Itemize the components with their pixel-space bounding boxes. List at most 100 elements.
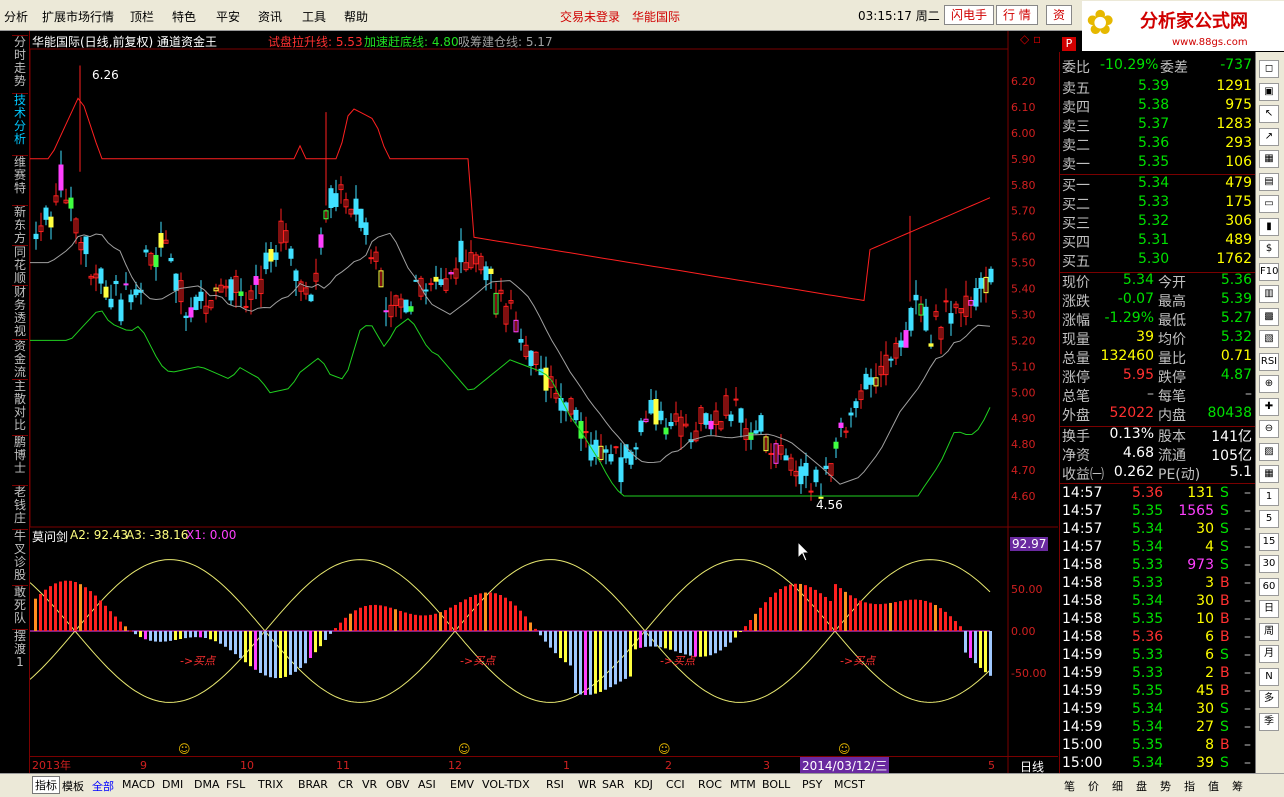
quote-tab-2[interactable]: 细 — [1112, 778, 1123, 794]
bottom-tab-wr[interactable]: WR — [578, 778, 597, 791]
tool-button-16[interactable]: ⊖ — [1259, 420, 1279, 438]
quote-tab-5[interactable]: 指 — [1184, 778, 1195, 794]
fund-row[interactable]: 收益㈠ 0.262 PE(动) 5.1 — [1060, 463, 1256, 483]
menu-item-pingan[interactable]: 平安 — [216, 8, 240, 25]
left-tab-0[interactable]: 分时走势 — [12, 35, 28, 91]
menu-item-info[interactable]: 资讯 — [258, 8, 282, 25]
bottom-tab-asi[interactable]: ASI — [418, 778, 436, 791]
left-tab-5[interactable]: 财务透视 — [12, 285, 28, 338]
tick-row[interactable]: 15:00 5.35 8 B – — [1060, 736, 1256, 755]
left-tab-8[interactable]: 鹏博士 — [12, 435, 28, 483]
bottom-tab-fsl[interactable]: FSL — [226, 778, 245, 791]
event-marker-icon[interactable]: ☺ — [838, 742, 851, 756]
left-tab-6[interactable]: 资金流 — [12, 339, 28, 379]
tool-button-22[interactable]: 30 — [1259, 555, 1279, 573]
flash-trade-button[interactable]: 闪电手 — [944, 5, 995, 25]
stat-row[interactable]: 现量 39 均价 5.32 — [1060, 328, 1256, 348]
quote-tab-6[interactable]: 值 — [1208, 778, 1219, 794]
tool-button-13[interactable]: RSI — [1259, 352, 1279, 371]
tool-button-7[interactable]: ▮ — [1259, 217, 1279, 236]
bottom-tab-trix[interactable]: TRIX — [258, 778, 283, 791]
tool-button-12[interactable]: ▧ — [1259, 330, 1279, 348]
bottom-tab-mtm[interactable]: MTM — [730, 778, 756, 791]
tick-row[interactable]: 14:59 5.34 30 S – — [1060, 700, 1256, 719]
tool-button-18[interactable]: ▦ — [1259, 465, 1279, 483]
bid-row[interactable]: 买四 5.31 489 — [1060, 231, 1256, 251]
tool-button-11[interactable]: ▩ — [1259, 307, 1279, 326]
bottom-tab-cci[interactable]: CCI — [666, 778, 685, 791]
tick-row[interactable]: 14:58 5.33 973 S – — [1060, 556, 1256, 575]
ask-row[interactable]: 卖一 5.35 106 — [1060, 153, 1256, 173]
menu-item-ext-market[interactable]: 扩展市场行情 — [42, 8, 114, 25]
tick-row[interactable]: 14:57 5.34 4 S – — [1060, 538, 1256, 557]
tool-button-25[interactable]: 周 — [1259, 622, 1279, 641]
bottom-tab-obv[interactable]: OBV — [386, 778, 409, 791]
bid-row[interactable]: 买三 5.32 306 — [1060, 212, 1256, 232]
ask-row[interactable]: 卖四 5.38 975 — [1060, 96, 1256, 116]
left-tab-4[interactable]: 同花顺 — [12, 245, 28, 285]
menu-item-tools[interactable]: 工具 — [302, 8, 326, 25]
tick-row[interactable]: 14:59 5.33 2 B – — [1060, 664, 1256, 683]
quote-tab-7[interactable]: 筹 — [1232, 778, 1243, 794]
tool-button-10[interactable]: ▥ — [1259, 285, 1279, 303]
tool-button-5[interactable]: ▤ — [1259, 172, 1279, 191]
left-tab-2[interactable]: 维赛特 — [12, 155, 28, 203]
left-tab-3[interactable]: 新东方 — [12, 205, 28, 245]
menu-item-analysis[interactable]: 分析 — [4, 8, 28, 25]
tool-button-15[interactable]: ✚ — [1259, 397, 1279, 416]
bid-row[interactable]: 买五 5.30 1762 — [1060, 250, 1256, 270]
quote-tab-4[interactable]: 势 — [1160, 778, 1171, 794]
tool-button-29[interactable]: 季 — [1259, 712, 1279, 731]
tool-button-19[interactable]: 1 — [1259, 487, 1279, 506]
tick-row[interactable]: 14:59 5.33 6 S – — [1060, 646, 1256, 665]
stat-row[interactable]: 现价 5.34 今开 5.36 — [1060, 271, 1256, 291]
quote-button[interactable]: 行 情 — [996, 5, 1038, 25]
tool-button-21[interactable]: 15 — [1259, 532, 1279, 551]
tool-button-14[interactable]: ⊕ — [1259, 375, 1279, 393]
bottom-tab-voltdx[interactable]: VOL-TDX — [482, 778, 530, 791]
tool-button-0[interactable]: ◻ — [1259, 60, 1279, 78]
bid-row[interactable]: 买二 5.33 175 — [1060, 193, 1256, 213]
tool-button-6[interactable]: ▭ — [1259, 195, 1279, 213]
event-marker-icon[interactable]: ☺ — [178, 742, 191, 756]
trade-login-status[interactable]: 交易未登录 — [560, 8, 620, 25]
left-tab-7[interactable]: 主散对比 — [12, 379, 28, 433]
bottom-tab-brar[interactable]: BRAR — [298, 778, 328, 791]
fund-row[interactable]: 净资 4.68 流通 105亿 — [1060, 444, 1256, 464]
tick-row[interactable]: 14:57 5.36 131 S – — [1060, 484, 1256, 503]
tick-row[interactable]: 14:58 5.33 3 B – — [1060, 574, 1256, 593]
quote-tab-0[interactable]: 笔 — [1064, 778, 1075, 794]
tool-button-27[interactable]: N — [1259, 667, 1279, 686]
bottom-tab-boll[interactable]: BOLL — [762, 778, 790, 791]
tick-row[interactable]: 14:59 5.34 27 S – — [1060, 718, 1256, 737]
event-marker-icon[interactable]: ☺ — [458, 742, 471, 756]
bottom-tab-psy[interactable]: PSY — [802, 778, 822, 791]
tool-button-1[interactable]: ▣ — [1259, 82, 1279, 101]
bottom-tab-kdj[interactable]: KDJ — [634, 778, 653, 791]
bottom-tab-vr[interactable]: VR — [362, 778, 377, 791]
tick-row[interactable]: 14:58 5.36 6 B – — [1060, 628, 1256, 647]
bottom-tab-[interactable]: 模板 — [62, 778, 84, 794]
tool-button-2[interactable]: ↖ — [1259, 105, 1279, 123]
bottom-tab-rsi[interactable]: RSI — [546, 778, 564, 791]
bottom-tab-cr[interactable]: CR — [338, 778, 353, 791]
tool-button-3[interactable]: ↗ — [1259, 127, 1279, 146]
bottom-tab-roc[interactable]: ROC — [698, 778, 722, 791]
ask-row[interactable]: 卖五 5.39 1291 — [1060, 77, 1256, 97]
left-tab-12[interactable]: 摆渡1 — [12, 629, 28, 671]
stat-row[interactable]: 涨幅 -1.29% 最低 5.27 — [1060, 309, 1256, 329]
tool-button-9[interactable]: F10 — [1259, 262, 1279, 281]
bottom-tab-dmi[interactable]: DMI — [162, 778, 183, 791]
stat-row[interactable]: 涨停 5.95 跌停 4.87 — [1060, 366, 1256, 386]
bottom-tab-[interactable]: 全部 — [92, 778, 114, 794]
tool-button-23[interactable]: 60 — [1259, 577, 1279, 596]
bottom-tab-dma[interactable]: DMA — [194, 778, 220, 791]
quote-tab-3[interactable]: 盘 — [1136, 778, 1147, 794]
tool-button-28[interactable]: 多 — [1259, 690, 1279, 708]
menu-item-special[interactable]: 特色 — [172, 8, 196, 25]
ask-row[interactable]: 卖三 5.37 1283 — [1060, 115, 1256, 135]
tool-button-17[interactable]: ▨ — [1259, 442, 1279, 461]
tool-button-24[interactable]: 日 — [1259, 600, 1279, 618]
menu-item-help[interactable]: 帮助 — [344, 8, 368, 25]
event-marker-icon[interactable]: ☺ — [658, 742, 671, 756]
